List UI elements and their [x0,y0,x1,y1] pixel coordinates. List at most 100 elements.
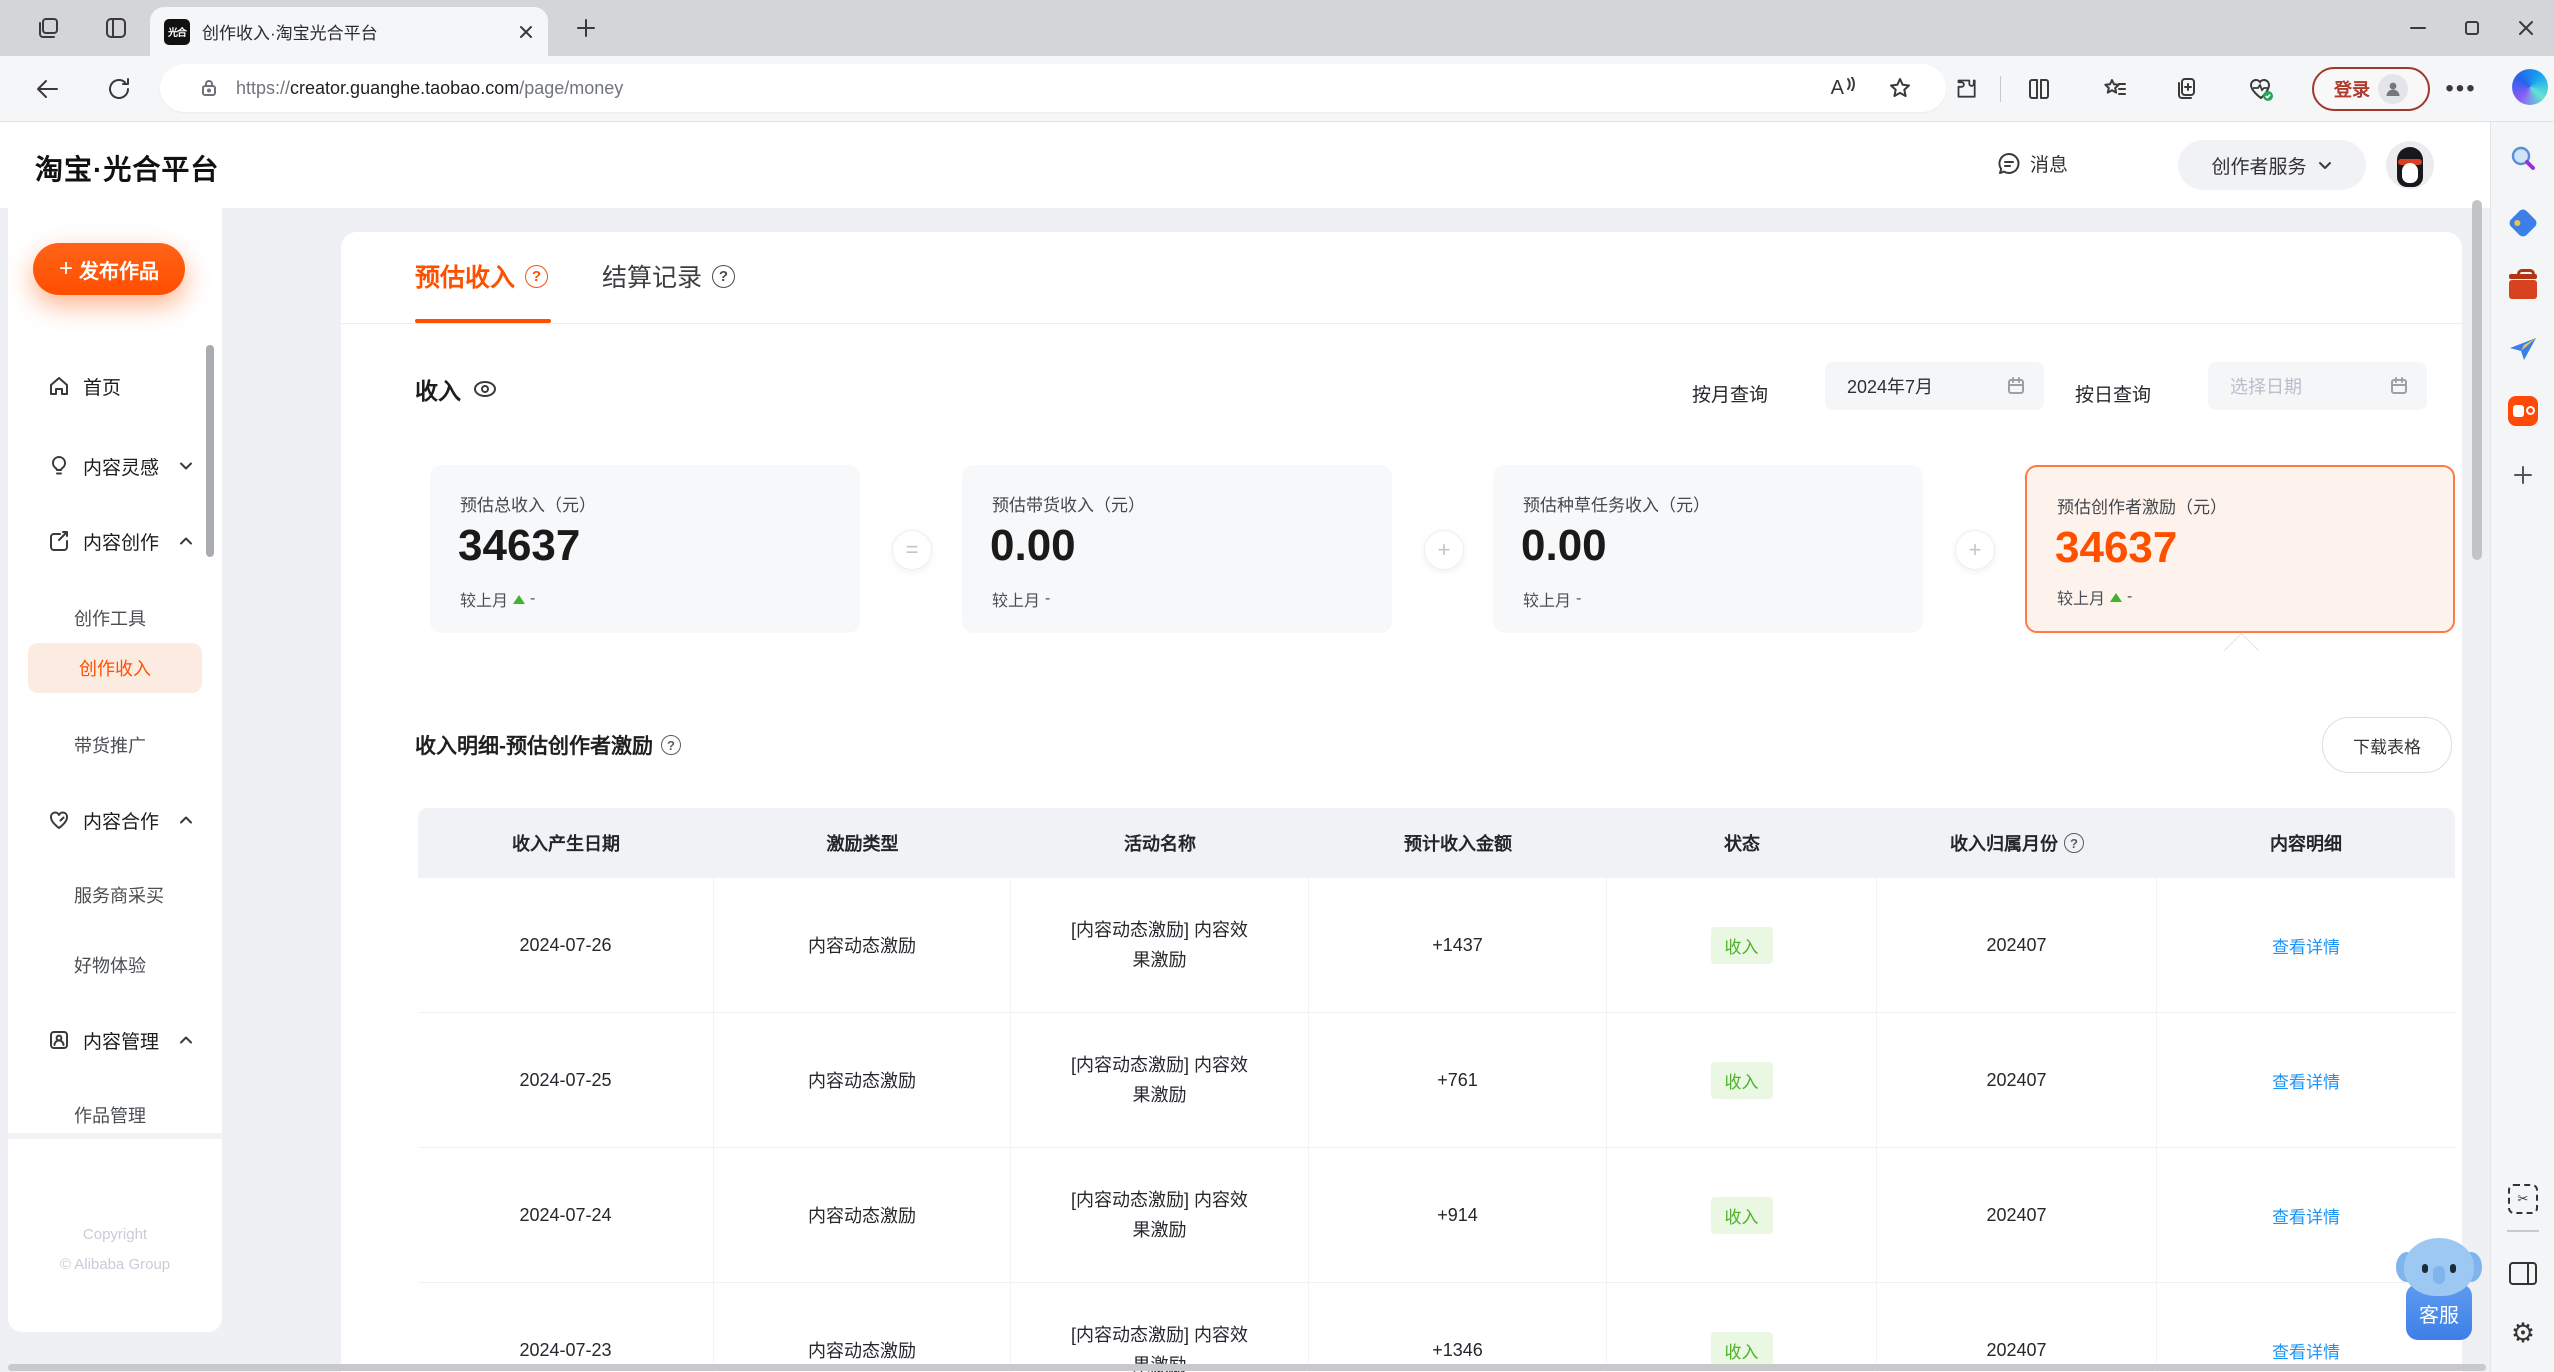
table-row: 2024-07-24 内容动态激励 [内容动态激励] 内容效果激励 +914 收… [418,1148,2455,1283]
status-badge: 收入 [1711,927,1773,964]
sidebar-item-product-trial[interactable]: 好物体验 [74,945,146,985]
tab-actions-icon[interactable] [104,16,128,40]
browser-toolbar: https://creator.guanghe.taobao.com/page/… [0,56,2554,122]
site-header: 淘宝·光合平台 消息 创作者服务 [0,122,2490,208]
sidebar-item-promotion[interactable]: 带货推广 [74,725,146,765]
question-icon[interactable]: ? [661,735,681,755]
chevron-up-icon [178,1032,194,1048]
copilot-icon[interactable] [2512,69,2548,105]
favorites-icon[interactable] [2098,72,2132,106]
question-icon[interactable]: ? [2064,833,2084,853]
read-aloud-icon[interactable]: A [1831,77,1856,100]
sidebar-item-home[interactable]: 首页 [8,366,222,406]
workspaces-icon[interactable] [36,16,60,40]
download-table-button[interactable]: 下载表格 [2322,717,2452,773]
home-icon [47,374,71,398]
plus-operator: + [1955,530,1995,570]
tab-settlement-records[interactable]: 结算记录 ? [602,258,735,294]
creator-services-menu[interactable]: 创作者服务 [2178,140,2366,190]
app-sidebar: + 发布作品 首页 内容灵感 内容创作 创作工具 创作收入 带货推广 内容合作 … [8,208,222,1332]
month-picker[interactable]: 2024年7月 [1825,362,2044,410]
chat-bubble-icon [1996,151,2022,177]
question-icon[interactable]: ? [525,265,548,288]
plus-operator: + [1424,530,1464,570]
chevron-down-icon [178,458,194,474]
col-month: 收入归属月份? [1877,808,2157,878]
add-app-icon[interactable] [2508,460,2538,490]
browser-essentials-icon[interactable] [2244,72,2278,106]
status-badge: 收入 [1711,1332,1773,1369]
toolbox-icon[interactable] [2508,270,2538,300]
chevron-up-icon [178,533,194,549]
split-screen-icon[interactable] [2022,72,2056,106]
tab-estimated-income[interactable]: 预估收入 ? [415,258,548,294]
card-creator-incentive[interactable]: 预估创作者激励（元） 34637 较上月- [2025,465,2455,633]
main-content-card: 预估收入 ? 结算记录 ? 收入 按月查询 2024年7月 按日查询 选择日期 … [341,232,2462,1372]
sidebar-item-content-management[interactable]: 内容管理 [8,1020,222,1060]
page-vertical-scrollbar[interactable] [2472,200,2482,560]
browser-tab[interactable]: 光合 创作收入·淘宝光合平台 [150,7,548,56]
user-avatar[interactable] [2386,141,2434,189]
card-sales-income[interactable]: 预估带货收入（元） 0.00 较上月- [962,465,1392,633]
paper-plane-icon[interactable] [2508,334,2538,364]
calendar-icon [2389,376,2409,396]
window-minimize-button[interactable] [2404,14,2432,42]
view-details-link[interactable]: 查看详情 [2272,1068,2340,1093]
eye-icon[interactable] [471,375,499,403]
settings-gear-icon[interactable]: ⚙ [2508,1318,2538,1348]
table-header-row: 收入产生日期 激励类型 活动名称 预计收入金额 状态 收入归属月份? 内容明细 [418,808,2455,878]
card-total-income[interactable]: 预估总收入（元） 34637 较上月- [430,465,860,633]
customer-service-button[interactable]: 客服 [2396,1238,2482,1348]
favorite-star-icon[interactable] [1888,76,1912,100]
tabs-divider [341,323,2462,324]
chevron-down-icon [2317,157,2333,173]
sidebar-item-creation-tools[interactable]: 创作工具 [74,598,146,638]
sidebar-divider [2507,1230,2539,1232]
day-picker[interactable]: 选择日期 [2208,362,2427,410]
calendar-icon [2006,376,2026,396]
extensions-icon[interactable] [1950,72,1984,106]
sidebar-panel-icon[interactable] [2508,1258,2538,1288]
elephant-mascot-icon [2404,1238,2474,1296]
new-tab-button[interactable] [574,16,598,40]
shopping-tag-icon[interactable] [2508,208,2538,238]
sidebar-item-service-purchase[interactable]: 服务商采买 [74,875,164,915]
screenshot-icon[interactable]: ✂ [2508,1184,2538,1214]
back-button[interactable] [30,72,64,106]
browser-window: 光合 创作收入·淘宝光合平台 https://creator.guang [0,0,2554,1372]
settings-more-icon[interactable]: ••• [2444,72,2478,106]
sidebar-item-works-management[interactable]: 作品管理 [74,1095,146,1135]
equals-operator: = [892,530,932,570]
edge-sidebar: ✂ ⚙ [2490,122,2554,1372]
window-maximize-button[interactable] [2458,14,2486,42]
messages-button[interactable]: 消息 [1996,150,2068,177]
toolbar-divider [2000,76,2001,102]
tab-close-icon[interactable] [518,24,534,40]
search-icon[interactable] [2508,144,2538,174]
page-horizontal-scrollbar[interactable] [8,1364,2486,1371]
sidebar-item-content-cooperation[interactable]: 内容合作 [8,800,222,840]
site-logo[interactable]: 淘宝·光合平台 [35,148,219,188]
question-icon[interactable]: ? [712,265,735,288]
col-amount: 预计收入金额 [1309,808,1607,878]
table-row: 2024-07-25 内容动态激励 [内容动态激励] 内容效果激励 +761 收… [418,1013,2455,1148]
card-seeding-task-income[interactable]: 预估种草任务收入（元） 0.00 较上月- [1493,465,1923,633]
sidebar-scrollbar[interactable] [206,345,214,557]
col-status: 状态 [1607,808,1877,878]
address-bar[interactable]: https://creator.guanghe.taobao.com/page/… [160,64,1946,112]
sidebar-item-content-inspiration[interactable]: 内容灵感 [8,446,222,486]
view-details-link[interactable]: 查看详情 [2272,933,2340,958]
sidebar-item-content-creation[interactable]: 内容创作 [8,521,222,561]
sidebar-item-creation-income[interactable]: 创作收入 [28,643,202,693]
status-badge: 收入 [1711,1062,1773,1099]
lock-icon[interactable] [198,77,220,99]
publish-work-button[interactable]: + 发布作品 [33,243,185,295]
refresh-button[interactable] [102,72,136,106]
view-details-link[interactable]: 查看详情 [2272,1338,2340,1363]
collections-icon[interactable] [2170,72,2204,106]
view-details-link[interactable]: 查看详情 [2272,1203,2340,1228]
window-close-button[interactable] [2512,14,2540,42]
tab-title: 创作收入·淘宝光合平台 [202,19,518,44]
kuaishou-icon[interactable] [2508,396,2538,426]
login-button[interactable]: 登录 [2312,67,2430,111]
